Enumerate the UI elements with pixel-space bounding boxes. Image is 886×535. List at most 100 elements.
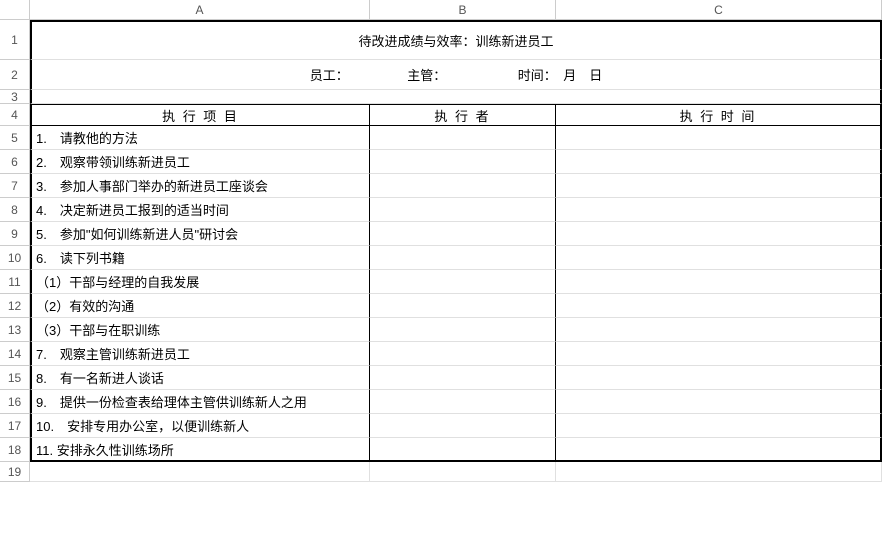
row-header-4[interactable]: 4 <box>0 104 30 126</box>
item-text: （1）干部与经理的自我发展 <box>36 272 199 291</box>
spreadsheet: A B C 12345678910111213141516171819 待改进成… <box>0 0 886 535</box>
row-1: 待改进成绩与效率：训练新进员工 <box>30 20 882 60</box>
row-header-2[interactable]: 2 <box>0 60 30 90</box>
cell-C7[interactable] <box>556 174 882 198</box>
cell-A9[interactable]: 5. 参加"如何训练新进人员"研讨会 <box>30 222 370 246</box>
cell-B11[interactable] <box>370 270 556 294</box>
cell-C11[interactable] <box>556 270 882 294</box>
row-header-11[interactable]: 11 <box>0 270 30 294</box>
cell-A17[interactable]: 10. 安排专用办公室，以便训练新人 <box>30 414 370 438</box>
cell-A8[interactable]: 4. 决定新进员工报到的适当时间 <box>30 198 370 222</box>
row-19 <box>30 462 882 482</box>
cell-A11[interactable]: （1）干部与经理的自我发展 <box>30 270 370 294</box>
row-8: 4. 决定新进员工报到的适当时间 <box>30 198 882 222</box>
cell-A3[interactable] <box>30 90 882 104</box>
row-17: 10. 安排专用办公室，以便训练新人 <box>30 414 882 438</box>
row-2: 员工： 主管： 时间： 月 日 <box>30 60 882 90</box>
cell-B17[interactable] <box>370 414 556 438</box>
cell-B7[interactable] <box>370 174 556 198</box>
row-header-1[interactable]: 1 <box>0 20 30 60</box>
item-text: 3. 参加人事部门举办的新进员工座谈会 <box>36 176 268 195</box>
meta-cell[interactable]: 员工： 主管： 时间： 月 日 <box>30 60 882 90</box>
header-col-a[interactable]: 执 行 项 目 <box>30 104 370 126</box>
cell-B5[interactable] <box>370 126 556 150</box>
grid-area: 待改进成绩与效率：训练新进员工 员工： 主管： 时间： 月 日 执 行 项 目 … <box>30 20 882 482</box>
col-header-C[interactable]: C <box>556 0 882 20</box>
row-header-9[interactable]: 9 <box>0 222 30 246</box>
row-header-18[interactable]: 18 <box>0 438 30 462</box>
row-header-10[interactable]: 10 <box>0 246 30 270</box>
row-header-13[interactable]: 13 <box>0 318 30 342</box>
cell-C16[interactable] <box>556 390 882 414</box>
item-text: 10. 安排专用办公室，以便训练新人 <box>36 416 249 435</box>
row-header-3[interactable]: 3 <box>0 90 30 104</box>
row-5: 1. 请教他的方法 <box>30 126 882 150</box>
col-header-B[interactable]: B <box>370 0 556 20</box>
cell-B8[interactable] <box>370 198 556 222</box>
cell-A5[interactable]: 1. 请教他的方法 <box>30 126 370 150</box>
row-header-16[interactable]: 16 <box>0 390 30 414</box>
cell-C14[interactable] <box>556 342 882 366</box>
header-c-text: 执 行 时 间 <box>680 106 757 125</box>
row-15: 8. 有一名新进人谈话 <box>30 366 882 390</box>
cell-B13[interactable] <box>370 318 556 342</box>
cell-C5[interactable] <box>556 126 882 150</box>
row-header-6[interactable]: 6 <box>0 150 30 174</box>
cell-C13[interactable] <box>556 318 882 342</box>
row-9: 5. 参加"如何训练新进人员"研讨会 <box>30 222 882 246</box>
cell-B14[interactable] <box>370 342 556 366</box>
cell-B9[interactable] <box>370 222 556 246</box>
cell-B15[interactable] <box>370 366 556 390</box>
cell-A14[interactable]: 7. 观察主管训练新进员工 <box>30 342 370 366</box>
cell-A15[interactable]: 8. 有一名新进人谈话 <box>30 366 370 390</box>
column-headers: A B C <box>30 0 886 20</box>
cell-A13[interactable]: （3）干部与在职训练 <box>30 318 370 342</box>
row-headers: 12345678910111213141516171819 <box>0 20 30 482</box>
cell-B19[interactable] <box>370 462 556 482</box>
row-header-8[interactable]: 8 <box>0 198 30 222</box>
cell-B10[interactable] <box>370 246 556 270</box>
cell-C12[interactable] <box>556 294 882 318</box>
cell-B18[interactable] <box>370 438 556 462</box>
cell-B6[interactable] <box>370 150 556 174</box>
cell-A7[interactable]: 3. 参加人事部门举办的新进员工座谈会 <box>30 174 370 198</box>
cell-C6[interactable] <box>556 150 882 174</box>
item-text: 4. 决定新进员工报到的适当时间 <box>36 200 229 219</box>
row-header-12[interactable]: 12 <box>0 294 30 318</box>
cell-C17[interactable] <box>556 414 882 438</box>
cell-A12[interactable]: （2）有效的沟通 <box>30 294 370 318</box>
cell-C8[interactable] <box>556 198 882 222</box>
header-col-b[interactable]: 执 行 者 <box>370 104 556 126</box>
header-a-text: 执 行 项 目 <box>162 106 239 125</box>
select-all-corner[interactable] <box>0 0 30 20</box>
cell-B12[interactable] <box>370 294 556 318</box>
cell-C10[interactable] <box>556 246 882 270</box>
row-10: 6. 读下列书籍 <box>30 246 882 270</box>
cell-C18[interactable] <box>556 438 882 462</box>
cell-C19[interactable] <box>556 462 882 482</box>
row-header-15[interactable]: 15 <box>0 366 30 390</box>
cell-A18[interactable]: 11. 安排永久性训练场所 <box>30 438 370 462</box>
cell-A6[interactable]: 2. 观察带领训练新进员工 <box>30 150 370 174</box>
row-header-5[interactable]: 5 <box>0 126 30 150</box>
item-text: （3）干部与在职训练 <box>36 320 160 339</box>
cell-C15[interactable] <box>556 366 882 390</box>
row-16: 9. 提供一份检查表给理体主管供训练新人之用 <box>30 390 882 414</box>
cell-B16[interactable] <box>370 390 556 414</box>
item-text: 11. 安排永久性训练场所 <box>36 440 174 459</box>
row-header-14[interactable]: 14 <box>0 342 30 366</box>
cell-A10[interactable]: 6. 读下列书籍 <box>30 246 370 270</box>
row-header-7[interactable]: 7 <box>0 174 30 198</box>
col-header-A[interactable]: A <box>30 0 370 20</box>
item-text: 8. 有一名新进人谈话 <box>36 368 164 387</box>
row-6: 2. 观察带领训练新进员工 <box>30 150 882 174</box>
item-text: 7. 观察主管训练新进员工 <box>36 344 190 363</box>
title-text: 待改进成绩与效率：训练新进员工 <box>358 31 553 50</box>
cell-A16[interactable]: 9. 提供一份检查表给理体主管供训练新人之用 <box>30 390 370 414</box>
cell-A19[interactable] <box>30 462 370 482</box>
header-col-c[interactable]: 执 行 时 间 <box>556 104 882 126</box>
row-header-19[interactable]: 19 <box>0 462 30 482</box>
row-header-17[interactable]: 17 <box>0 414 30 438</box>
title-cell[interactable]: 待改进成绩与效率：训练新进员工 <box>30 20 882 60</box>
cell-C9[interactable] <box>556 222 882 246</box>
